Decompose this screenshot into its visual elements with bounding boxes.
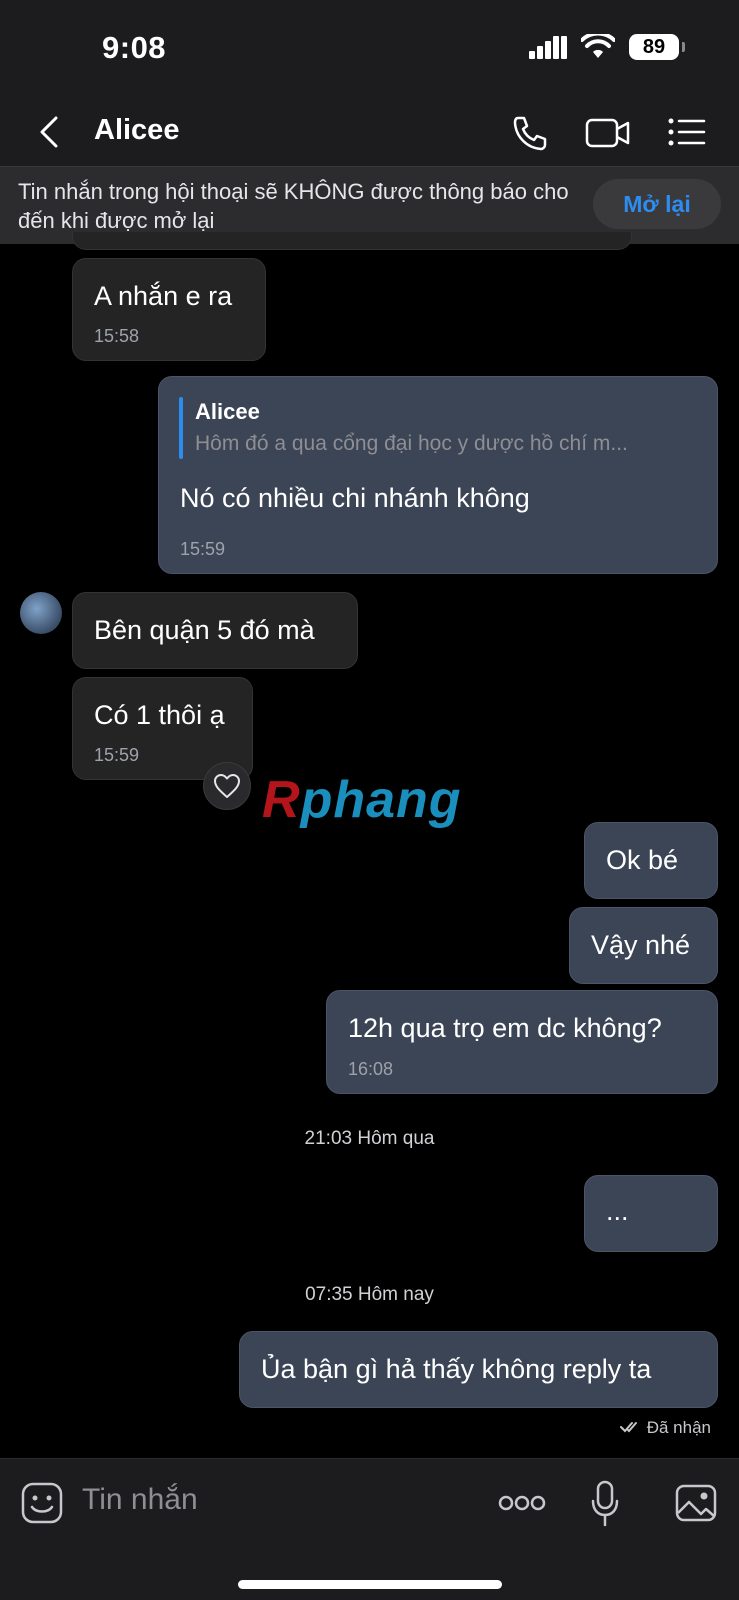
more-options-icon[interactable] xyxy=(498,1493,546,1513)
message-input-bar: Tin nhắn xyxy=(0,1458,739,1600)
message-input[interactable]: Tin nhắn xyxy=(82,1483,198,1517)
back-chevron-icon[interactable] xyxy=(34,112,66,152)
message-bubble-outgoing[interactable]: ... xyxy=(584,1175,718,1252)
avatar[interactable] xyxy=(20,592,62,634)
message-bubble-outgoing[interactable]: Ủa bận gì hả thấy không reply ta xyxy=(239,1331,718,1408)
status-bar: 9:08 89 xyxy=(0,0,739,100)
message-bubble-outgoing[interactable]: 12h qua trọ em dc không? 16:08 xyxy=(326,990,718,1094)
message-text: 12h qua trọ em dc không? xyxy=(348,1013,662,1043)
contact-name[interactable]: Alicee xyxy=(94,114,179,147)
message-time: 16:08 xyxy=(348,1059,394,1079)
watermark-logo: Rphang xyxy=(262,770,462,830)
receipt-text: Đã nhận xyxy=(646,1418,711,1437)
microphone-icon[interactable] xyxy=(590,1479,620,1529)
chat-header: Alicee xyxy=(0,100,739,166)
message-bubble-incoming[interactable]: Bên quận 5 đó mà xyxy=(72,592,358,669)
watermark-part2: phang xyxy=(300,771,462,829)
home-indicator[interactable] xyxy=(238,1580,502,1589)
video-call-icon[interactable] xyxy=(584,112,632,152)
banner-text: Tin nhắn trong hội thoại sẽ KHÔNG được t… xyxy=(18,179,569,233)
message-bubble-outgoing-reply[interactable]: Alicee Hôm đó a qua cổng đại học y dược … xyxy=(158,376,718,574)
status-time: 9:08 xyxy=(102,30,167,65)
delivery-receipt: Đã nhận xyxy=(619,1418,711,1438)
message-text: Ok bé xyxy=(606,845,679,875)
message-time: 15:59 xyxy=(94,745,140,765)
message-text: ... xyxy=(606,1196,629,1226)
react-heart-button[interactable] xyxy=(203,762,251,810)
image-gallery-icon[interactable] xyxy=(674,1481,718,1525)
message-bubble-partial xyxy=(72,232,632,250)
double-check-icon xyxy=(619,1422,637,1433)
quoted-text: Hôm đó a qua cổng đại học y dược hồ chí … xyxy=(195,432,628,455)
message-text: Nó có nhiều chi nhánh không xyxy=(180,483,530,513)
heart-icon xyxy=(214,774,240,798)
quoted-sender: Alicee xyxy=(195,399,260,424)
cellular-signal-icon xyxy=(529,36,567,59)
date-separator: 07:35 Hôm nay xyxy=(305,1284,434,1305)
message-bubble-incoming[interactable]: A nhắn e ra 15:58 xyxy=(72,258,266,361)
menu-list-icon[interactable] xyxy=(666,112,710,152)
message-text: Có 1 thôi ạ xyxy=(94,700,225,730)
reopen-button[interactable]: Mở lại xyxy=(593,179,721,229)
message-time: 15:58 xyxy=(94,326,140,346)
date-separator: 21:03 Hôm qua xyxy=(304,1128,435,1149)
message-bubble-outgoing[interactable]: Vậy nhé xyxy=(569,907,718,984)
message-bubble-outgoing[interactable]: Ok bé xyxy=(584,822,718,899)
message-text: Bên quận 5 đó mà xyxy=(94,615,315,645)
wifi-icon xyxy=(581,34,615,58)
quote-bar xyxy=(179,397,183,459)
battery-icon: 89 xyxy=(629,34,685,60)
watermark-part1: R xyxy=(262,771,301,829)
message-time: 15:59 xyxy=(180,539,226,559)
message-text: A nhắn e ra xyxy=(94,281,233,311)
message-text: Vậy nhé xyxy=(591,930,691,960)
message-text: Ủa bận gì hả thấy không reply ta xyxy=(261,1354,652,1384)
sticker-emoji-icon[interactable] xyxy=(20,1481,64,1525)
phone-call-icon[interactable] xyxy=(508,112,552,152)
